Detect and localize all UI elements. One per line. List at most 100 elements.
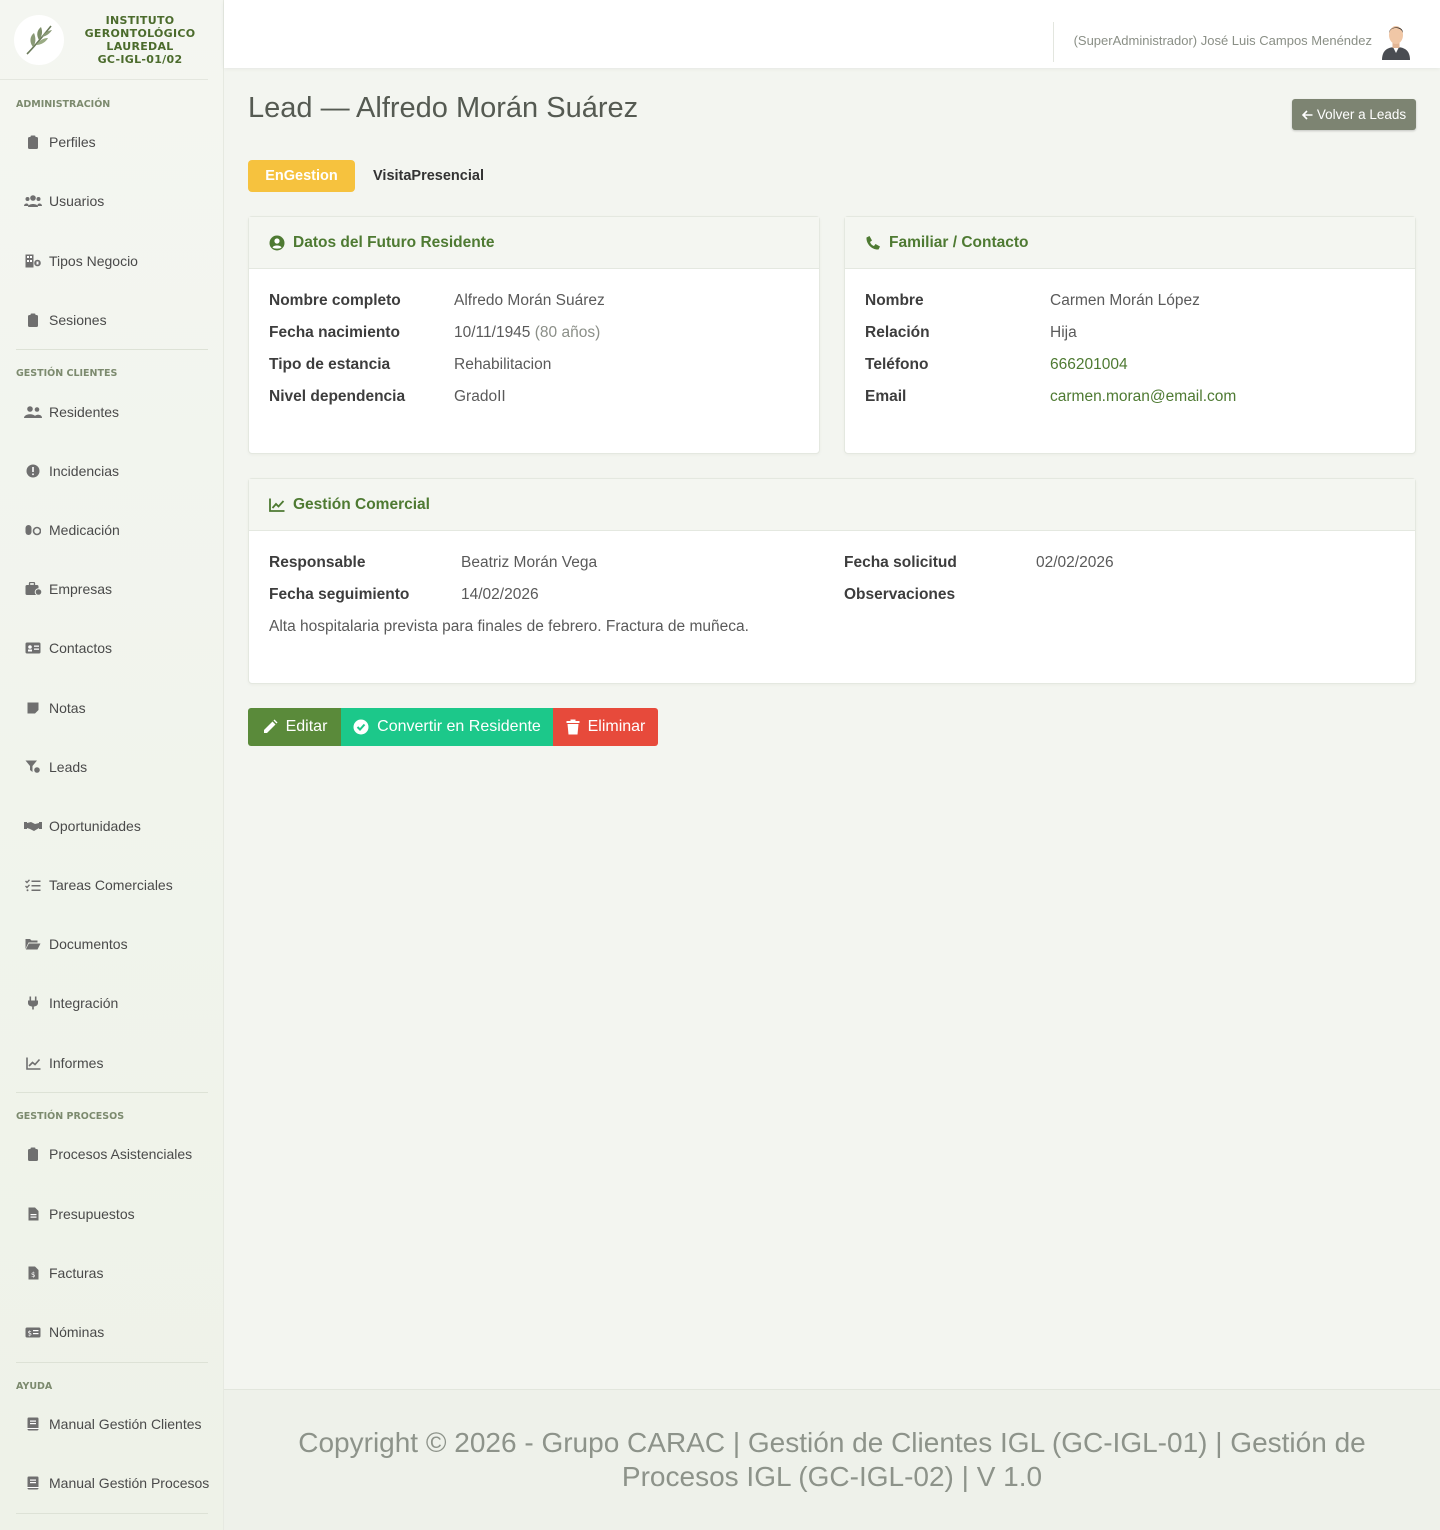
birth-date-label: Fecha nacimiento [269,324,400,341]
brand-name: INSTITUTO GERONTOLÓGICO LAUREDAL GC-IGL-… [64,14,208,66]
followup-date-value: 14/02/2026 [461,586,539,603]
birth-date-value: 10/11/1945 [454,324,531,341]
resident-card-header: Datos del Futuro Residente [249,217,819,269]
building-icon [24,253,42,269]
sidebar-divider [16,1513,208,1514]
sidebar-item-manual-clientes[interactable]: Manual Gestión Clientes [0,1409,224,1439]
user-name[interactable]: (SuperAdministrador) José Luis Campos Me… [1074,33,1372,48]
sidebar-item-integracion[interactable]: Integración [0,988,224,1018]
sidebar-item-residentes[interactable]: Residentes [0,397,224,427]
page-title: Lead — Alfredo Morán Suárez [248,92,639,124]
sidebar-item-label: Presupuestos [49,1206,135,1222]
sidebar-item-label: Perfiles [49,134,96,150]
contact-card-title: Familiar / Contacto [889,233,1029,251]
responsible-value: Beatriz Morán Vega [461,554,598,571]
book-icon [24,1475,42,1491]
stay-type-label: Tipo de estancia [269,356,391,373]
contact-card: Familiar / Contacto Nombre Carmen Morán … [844,216,1416,454]
brand-line-2: GERONTOLÓGICO [84,26,196,40]
commercial-card: Gestión Comercial Responsable Beatriz Mo… [248,478,1416,684]
sidebar-item-tareas-comerciales[interactable]: Tareas Comerciales [0,870,224,900]
section-administracion: ADMINISTRACIÓN [16,99,111,110]
section-ayuda: AYUDA [16,1381,53,1392]
phone-link[interactable]: 666201004 [1050,356,1128,374]
book-icon [24,1416,42,1432]
sidebar-item-empresas[interactable]: Empresas [0,574,224,604]
email-link[interactable]: carmen.moran@email.com [1050,388,1236,406]
trash-icon [566,719,580,735]
folder-open-icon [24,936,42,952]
back-button-label: Volver a Leads [1316,107,1407,122]
sidebar-item-procesos-asistenciales[interactable]: Procesos Asistenciales [0,1139,224,1169]
sidebar-item-nominas[interactable]: $ Nóminas [0,1317,224,1347]
sidebar-item-perfiles[interactable]: Perfiles [0,127,224,157]
contact-name-label: Nombre [865,292,924,309]
sidebar-item-label: Manual Gestión Clientes [49,1416,202,1432]
sidebar-item-informes[interactable]: Informes [0,1048,224,1078]
age-value: (80 años) [534,324,601,341]
address-card-icon [24,640,42,656]
users-icon [24,193,42,209]
sidebar-item-tipos-negocio[interactable]: Tipos Negocio [0,246,224,276]
sidebar-item-documentos[interactable]: Documentos [0,929,224,959]
sidebar-item-label: Usuarios [49,193,105,209]
pencil-icon [262,719,278,735]
sidebar-item-label: Incidencias [49,463,120,479]
sidebar-divider [16,1362,208,1363]
dependency-label: Nivel dependencia [269,388,406,405]
commercial-card-header: Gestión Comercial [249,479,1415,531]
exclamation-circle-icon [24,463,42,479]
handshake-icon [24,818,42,834]
avatar[interactable] [1380,22,1412,60]
laurel-logo-icon [14,14,64,65]
commercial-card-title: Gestión Comercial [293,495,430,513]
svg-text:$: $ [31,1271,35,1279]
sidebar-item-medicacion[interactable]: Medicación [0,515,224,545]
sidebar-item-facturas[interactable]: $ Facturas [0,1258,224,1288]
observations-label: Observaciones [844,586,956,603]
sticky-note-icon [24,700,42,716]
resident-card: Datos del Futuro Residente Nombre comple… [248,216,820,454]
clipboard-icon [24,312,42,328]
sidebar-item-label: Informes [49,1055,104,1071]
pills-icon [24,522,42,538]
sidebar-item-label: Manual Gestión Procesos [49,1475,210,1491]
sidebar-item-incidencias[interactable]: Incidencias [0,456,224,486]
sidebar-item-label: Residentes [49,404,120,420]
line-chart-icon [269,498,285,512]
sidebar-item-label: Oportunidades [49,818,141,834]
svg-text:$: $ [28,1329,32,1337]
sidebar-item-usuarios[interactable]: Usuarios [0,186,224,216]
sidebar-item-label: Contactos [49,640,113,656]
list-check-icon [24,877,42,893]
brand[interactable]: INSTITUTO GERONTOLÓGICO LAUREDAL GC-IGL-… [0,0,208,80]
sidebar-item-notas[interactable]: Notas [0,693,224,723]
delete-button-label: Eliminar [587,718,646,735]
plug-icon [24,995,42,1011]
delete-button[interactable]: Eliminar [553,708,658,746]
sidebar-item-label: Facturas [49,1265,104,1281]
edit-button[interactable]: Editar [248,708,341,746]
clipboard-icon [24,134,42,150]
clipboard-icon [24,1146,42,1162]
sidebar-item-presupuestos[interactable]: Presupuestos [0,1199,224,1229]
back-to-leads-button[interactable]: Volver a Leads [1292,99,1416,130]
sidebar-item-leads[interactable]: Leads [0,752,224,782]
line-chart-icon [24,1055,42,1071]
sidebar-divider [16,1092,208,1093]
relation-label: Relación [865,324,930,341]
footer: Copyright © 2026 - Grupo CARAC | Gestión… [224,1389,1440,1530]
topbar-divider [1053,22,1054,62]
topbar: (SuperAdministrador) José Luis Campos Me… [224,0,1440,68]
sidebar-item-contactos[interactable]: Contactos [0,633,224,663]
sidebar-item-sesiones[interactable]: Sesiones [0,305,224,335]
email-label: Email [865,388,907,405]
resident-card-title: Datos del Futuro Residente [293,233,495,251]
convert-to-resident-button[interactable]: Convertir en Residente [341,708,553,746]
contact-card-header: Familiar / Contacto [845,217,1415,269]
sidebar-item-label: Empresas [49,581,113,597]
section-gestion-procesos: GESTIÓN PROCESOS [16,1111,125,1122]
sidebar-item-manual-procesos[interactable]: Manual Gestión Procesos [0,1468,224,1498]
sidebar-item-oportunidades[interactable]: Oportunidades [0,811,224,841]
edit-button-label: Editar [285,718,328,735]
